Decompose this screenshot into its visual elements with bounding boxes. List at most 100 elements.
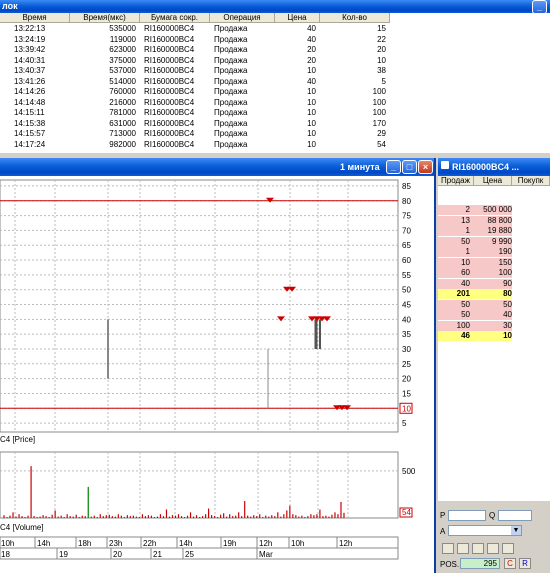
table-cell: 29: [377, 129, 386, 138]
order-book-cell: [512, 237, 550, 247]
table-cell: 216000: [109, 97, 136, 107]
column-header[interactable]: Бумага сокр.: [140, 13, 210, 23]
order-book-cell: [512, 268, 550, 278]
time-label: 22h: [143, 539, 156, 548]
table-cell: 22: [377, 34, 386, 44]
order-book-row[interactable]: 1 190: [438, 247, 550, 257]
table-row[interactable]: 14:14:48 216000 RI160000BC4 Продажа 10 100: [0, 97, 400, 107]
column-header[interactable]: Операция: [210, 13, 275, 23]
order-book-row[interactable]: 50 40: [438, 310, 550, 320]
table-cell: 38: [377, 66, 386, 75]
price-tick-label: 50: [402, 286, 411, 295]
table-row[interactable]: 13:41:26 514000 RI160000BC4 Продажа 40 5: [0, 76, 400, 86]
table-cell: 514000: [109, 76, 136, 86]
c-button[interactable]: C: [504, 558, 516, 569]
tool-button-2[interactable]: [457, 543, 469, 554]
column-header[interactable]: Время(мкс): [70, 13, 140, 23]
order-book-row[interactable]: 1 19 880: [438, 226, 550, 236]
table-cell: 119000: [109, 34, 136, 44]
table-cell: Продажа: [214, 55, 248, 65]
volume-panel: [0, 451, 399, 519]
order-book-row[interactable]: 201 80: [438, 289, 550, 299]
chart-maximize-button[interactable]: □: [402, 160, 417, 174]
table-row[interactable]: 14:15:11 781000 RI160000BC4 Продажа 10 100: [0, 109, 400, 117]
tool-button-5[interactable]: [502, 543, 514, 554]
order-book-row[interactable]: 13 88 800: [438, 215, 550, 226]
tool-button-3[interactable]: [472, 543, 484, 554]
price-tick-label: 70: [402, 226, 411, 235]
table-cell: Продажа: [214, 34, 248, 44]
table-cell: RI160000BC4: [144, 24, 195, 33]
order-book-cell: [512, 205, 550, 215]
order-book-cell: 13: [438, 215, 474, 226]
table-cell: RI160000BC4: [144, 55, 195, 65]
chart-close-button[interactable]: ×: [418, 160, 433, 174]
order-book-cell: 10: [474, 331, 512, 341]
table-cell: 54: [377, 139, 386, 149]
table-cell: RI160000BC4: [144, 45, 195, 54]
price-input[interactable]: [448, 510, 486, 521]
order-book-row[interactable]: 50 9 990: [438, 236, 550, 247]
tool-button-4[interactable]: [487, 543, 499, 554]
tool-button-1[interactable]: [442, 543, 454, 554]
price-tick-label: 65: [402, 241, 411, 250]
minimize-button[interactable]: _: [532, 0, 547, 14]
column-header[interactable]: Цена: [275, 13, 320, 23]
order-book-row[interactable]: 40 90: [438, 278, 550, 289]
c-button-label: C: [507, 559, 513, 568]
price-tick-label: 15: [402, 389, 411, 398]
order-book-column-header[interactable]: Цена: [474, 176, 512, 186]
table-row[interactable]: 14:14:26 760000 RI160000BC4 Продажа 10 100: [0, 88, 400, 96]
order-book-row[interactable]: 46 10: [438, 331, 550, 341]
table-cell: 5: [381, 76, 386, 86]
table-cell: 13:39:42: [14, 45, 46, 54]
order-book-row[interactable]: 100 30: [438, 320, 550, 331]
order-book-column-header[interactable]: Покупк: [512, 176, 550, 186]
order-book-cell: 10: [438, 257, 474, 268]
date-label: 19: [59, 550, 68, 559]
table-row[interactable]: 13:24:19 119000 RI160000BC4 Продажа 40 22: [0, 34, 400, 44]
column-header[interactable]: Время: [0, 13, 70, 23]
table-cell: 100: [372, 108, 386, 117]
column-header[interactable]: Кол-во: [320, 13, 390, 23]
table-row[interactable]: 14:15:57 713000 RI160000BC4 Продажа 10 29: [0, 130, 400, 138]
quantity-input[interactable]: [498, 510, 532, 521]
chart-window-titlebar[interactable]: 1 минута _ □ ×: [0, 158, 434, 176]
trades-window-titlebar[interactable]: лок _: [0, 0, 550, 14]
table-cell: 13:24:19: [14, 34, 46, 44]
table-row[interactable]: 14:40:31 375000 RI160000BC4 Продажа 20 10: [0, 55, 400, 65]
order-book-table: Продаж Цена Покупк 2 500 000 13 88 800 1 19 880 5…: [438, 176, 550, 501]
time-label: 18h: [78, 539, 91, 548]
order-book-cell: 201: [438, 289, 474, 299]
order-book-window: RI160000BC4 ... Продаж Цена Покупк 2 500 000…: [438, 158, 550, 573]
table-row[interactable]: 13:39:42 623000 RI160000BC4 Продажа 20 20: [0, 46, 400, 54]
table-cell: 14:15:38: [14, 118, 46, 128]
order-book-cell: 50: [438, 236, 474, 247]
time-label: 12h: [339, 539, 352, 548]
table-cell: 14:14:26: [14, 87, 46, 96]
account-select[interactable]: ▼: [448, 525, 522, 536]
price-volume-chart[interactable]: 85807570656055504540353025201510510C4 [P…: [0, 176, 434, 573]
table-row[interactable]: 13:40:37 537000 RI160000BC4 Продажа 10 38: [0, 67, 400, 75]
order-book-titlebar[interactable]: RI160000BC4 ...: [438, 158, 550, 176]
order-book-column-header[interactable]: Продаж: [438, 176, 474, 186]
time-label: 14h: [179, 539, 192, 548]
order-book-title: RI160000BC4 ...: [452, 162, 520, 172]
position-value: 295: [460, 558, 500, 569]
order-book-row[interactable]: 10 150: [438, 257, 550, 268]
order-book-row[interactable]: 2 500 000: [438, 205, 550, 215]
time-label: 19h: [223, 539, 236, 548]
r-button[interactable]: R: [519, 558, 531, 569]
table-row[interactable]: 14:17:24 982000 RI160000BC4 Продажа 10 54: [0, 139, 400, 149]
chart-minimize-button[interactable]: _: [386, 160, 401, 174]
date-label: 18: [1, 550, 10, 559]
table-cell: RI160000BC4: [144, 108, 195, 117]
order-book-cell: 50: [474, 299, 512, 310]
order-book-row[interactable]: 50 50: [438, 299, 550, 310]
table-cell: RI160000BC4: [144, 87, 195, 96]
table-row[interactable]: 13:22:13 535000 RI160000BC4 Продажа 40 15: [0, 25, 400, 33]
order-book-cell: 40: [474, 310, 512, 320]
volume-marker-label: 54: [402, 508, 411, 517]
order-book-row[interactable]: 60 100: [438, 268, 550, 278]
table-row[interactable]: 14:15:38 631000 RI160000BC4 Продажа 10 170: [0, 118, 400, 128]
